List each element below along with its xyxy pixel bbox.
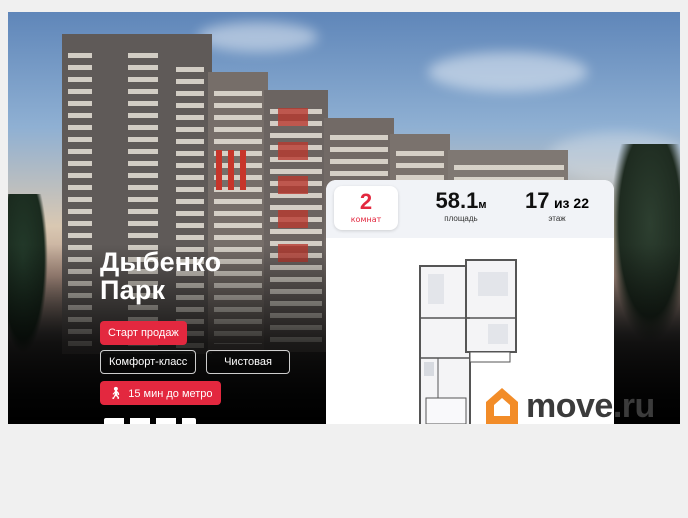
area-value: 58.1 <box>435 188 479 213</box>
listing-banner[interactable]: Дыбенко Парк Старт продаж Комфорт-класс … <box>8 12 680 424</box>
area-unit: м <box>478 199 487 211</box>
apartment-stats: 2 комнат 58.1м площадь 17 из 22 этаж <box>326 180 614 238</box>
rooms-value: 2 <box>359 189 373 214</box>
house-logo-icon <box>486 388 518 424</box>
rooms-label: комнат <box>350 215 382 224</box>
area-stat: 58.1м площадь <box>418 188 504 224</box>
floor-total: из 22 <box>553 195 589 211</box>
metro-distance-label: 15 мин до метро <box>128 388 213 400</box>
floor-label: этаж <box>548 214 566 223</box>
floor-stat: 17 из 22 этаж <box>512 188 602 224</box>
watermark-text: move.ru <box>526 386 655 425</box>
project-title: Дыбенко Парк <box>100 248 221 304</box>
finish-badge: Чистовая <box>206 350 290 374</box>
rooms-box: 2 комнат <box>334 186 398 230</box>
floor-value: 17 <box>525 188 550 213</box>
project-title-line1: Дыбенко <box>100 247 222 277</box>
metro-distance-badge: 🚶︎ 15 мин до метро <box>100 381 221 405</box>
cloud <box>198 22 318 52</box>
walking-person-icon: 🚶︎ <box>108 386 124 400</box>
comfort-class-badge: Комфорт-класс <box>100 350 197 374</box>
sale-start-badge: Старт продаж <box>100 321 187 345</box>
cloud <box>428 52 588 92</box>
move-ru-watermark: move.ru <box>484 384 655 424</box>
area-label: площадь <box>444 214 478 223</box>
price-cutoff <box>104 418 196 424</box>
project-title-line2: Парк <box>100 275 166 305</box>
